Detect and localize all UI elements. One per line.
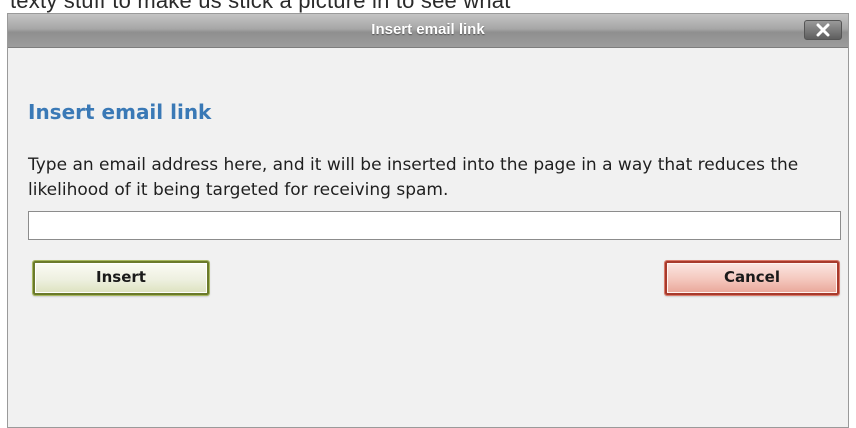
insert-button[interactable]: Insert	[32, 260, 210, 296]
background-page-text: texty stuff to make us stick a picture i…	[10, 0, 511, 13]
close-button[interactable]	[804, 20, 842, 40]
cancel-button[interactable]: Cancel	[664, 260, 840, 296]
close-icon	[816, 23, 830, 37]
email-address-input[interactable]	[28, 211, 841, 240]
dialog-description: Type an email address here, and it will …	[28, 155, 799, 200]
dialog-titlebar[interactable]: Insert email link	[8, 14, 848, 48]
insert-email-link-dialog: Insert email link Insert email link Type…	[7, 13, 849, 428]
dialog-title: Insert email link	[371, 21, 485, 38]
dialog-heading: Insert email link	[28, 100, 212, 124]
